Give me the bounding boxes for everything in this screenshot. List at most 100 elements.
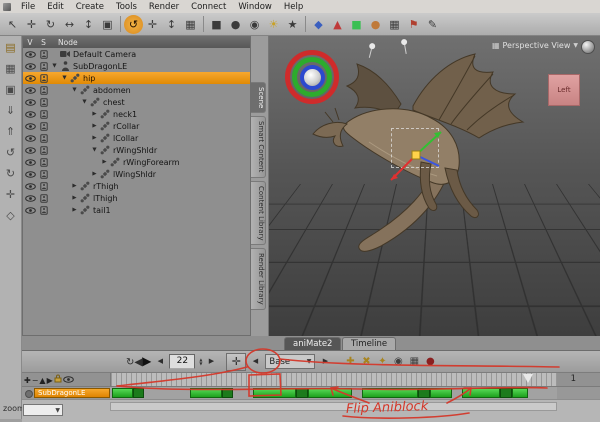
orbit-camera-icon[interactable]: ↺ [124,14,143,34]
aniblock[interactable] [308,388,352,398]
selection-icon[interactable] [37,205,50,215]
tab-animate2[interactable]: aniMate2 [284,337,342,350]
frame-next-button[interactable]: ▶ [205,354,217,369]
graph-button[interactable]: ▦ [408,354,420,369]
pan-camera-icon[interactable]: ✛ [143,15,162,34]
view-navigation-cube[interactable]: Left [548,74,580,106]
move-track-right-button[interactable]: ▶ [47,376,53,385]
menu-tools[interactable]: Tools [110,2,143,12]
import-icon[interactable]: ⇓ [2,102,20,120]
expand-arrow-icon[interactable]: ▼ [70,87,79,93]
zoom-input[interactable]: ▼ [23,404,63,416]
viewport-3d[interactable]: ▦ Perspective View ▼ Left [268,36,600,336]
scene-node-chest[interactable]: ▼ chest [23,96,250,108]
expand-arrow-icon[interactable]: ▶ [90,111,99,117]
base-prev-button[interactable]: ◀ [249,354,261,369]
aniblock[interactable] [417,388,431,398]
aniblock[interactable] [253,388,296,398]
visibility-eye-icon[interactable] [23,62,37,70]
menu-file[interactable]: File [15,2,41,12]
dolly-camera-icon[interactable]: ↕ [162,15,181,34]
expand-arrow-icon[interactable]: ▶ [70,183,79,189]
visibility-eye-icon[interactable] [23,74,37,82]
create-figure-icon[interactable]: ★ [283,15,302,34]
aniblock[interactable] [511,388,528,398]
frame-prev-button[interactable]: ◀ [154,354,166,369]
y-ring-icon[interactable] [292,57,332,97]
base-next-button[interactable]: ▶ [319,354,331,369]
render-settings-icon[interactable]: ▦ [385,15,404,34]
view-selector[interactable]: ▦ Perspective View ▼ [492,41,578,50]
expand-arrow-icon[interactable]: ▼ [60,75,69,81]
visibility-eye-icon[interactable] [23,98,37,106]
visibility-eye-icon[interactable] [62,375,74,385]
expand-arrow-icon[interactable]: ▶ [90,123,99,129]
collision-icon[interactable]: ▲ [328,15,347,34]
expand-arrow-icon[interactable]: ▶ [100,159,109,165]
aniblock[interactable] [430,388,452,398]
sphere-primitive-icon[interactable]: ● [226,15,245,34]
translate-tool-icon[interactable]: ↔ [60,15,79,34]
menu-edit[interactable]: Edit [41,2,69,12]
move-icon[interactable]: ✛ [2,186,20,204]
z-ring-icon[interactable] [299,64,325,90]
flag-icon[interactable]: ⚑ [404,15,423,34]
selection-icon[interactable] [37,133,50,143]
x-ring-icon[interactable] [285,50,339,104]
scene-node-rthigh[interactable]: ▶ rThigh [23,180,250,192]
create-light-icon[interactable]: ☀ [264,15,283,34]
visibility-eye-icon[interactable] [23,170,37,178]
scene-node-default-camera[interactable]: Default Camera [23,48,250,60]
expand-arrow-icon[interactable]: ▶ [90,135,99,141]
material-icon[interactable]: ■ [347,15,366,34]
aniblock[interactable] [295,388,308,398]
create-camera-icon[interactable]: ◉ [245,15,264,34]
expand-arrow-icon[interactable]: ▼ [80,99,89,105]
scene-node-rwingforearm[interactable]: ▶ rWingForearm [23,156,250,168]
aniblock[interactable] [222,388,234,398]
move-track-up-button[interactable]: ▲ [39,376,45,385]
menu-window[interactable]: Window [232,2,278,12]
tab-scene[interactable]: Scene [251,82,266,114]
fit-aniblocks-button[interactable]: ✛ [226,352,247,371]
selection-icon[interactable] [37,49,50,59]
cube-primitive-icon[interactable]: ■ [207,15,226,34]
timeline-scrollbar[interactable] [110,402,557,411]
pin-icon[interactable] [398,37,413,57]
delete-key-button[interactable]: ✖ [360,354,372,369]
scene-node-neck1[interactable]: ▶ neck1 [23,108,250,120]
visibility-eye-icon[interactable] [23,134,37,142]
rotate-tool-icon[interactable]: ↻ [41,15,60,34]
tab-render-library[interactable]: Render Library [251,248,266,310]
selection-icon[interactable] [37,157,50,167]
undo-icon[interactable]: ↺ [2,144,20,162]
selection-icon[interactable] [37,169,50,179]
tab-smart-content[interactable]: Smart Content [251,116,266,178]
menu-create[interactable]: Create [70,2,110,12]
visibility-eye-icon[interactable] [23,146,37,154]
visibility-eye-icon[interactable] [23,158,37,166]
scale-tool-icon[interactable]: ↕ [79,15,98,34]
visibility-eye-icon[interactable] [23,110,37,118]
selection-icon[interactable] [37,109,50,119]
aniblock[interactable] [499,388,512,398]
timeline-ruler[interactable] [110,373,557,386]
visibility-eye-icon[interactable] [23,194,37,202]
base-select[interactable]: Base ▼ [265,354,316,369]
scene-node-abdomen[interactable]: ▼ abdomen [23,84,250,96]
open-file-icon[interactable]: ▤ [2,39,20,57]
aniblock[interactable] [190,388,223,398]
selection-icon[interactable] [37,121,50,131]
expand-arrow-icon[interactable]: ▼ [90,147,99,153]
scene-node-subdragonle[interactable]: ▼ SubDragonLE [23,60,250,72]
menu-connect[interactable]: Connect [185,2,232,12]
view-style-button[interactable] [581,40,595,54]
selection-icon[interactable] [37,193,50,203]
selection-icon[interactable] [37,97,50,107]
scene-node-tail1[interactable]: ▶ tail1 [23,204,250,216]
menu-render[interactable]: Render [143,2,185,12]
content-folder-icon[interactable]: ▦ [2,60,20,78]
aniblock[interactable] [461,388,500,398]
expand-arrow-icon[interactable]: ▼ [50,63,59,69]
frame-stepper-arrows[interactable]: ▲ ▼ [199,357,202,366]
